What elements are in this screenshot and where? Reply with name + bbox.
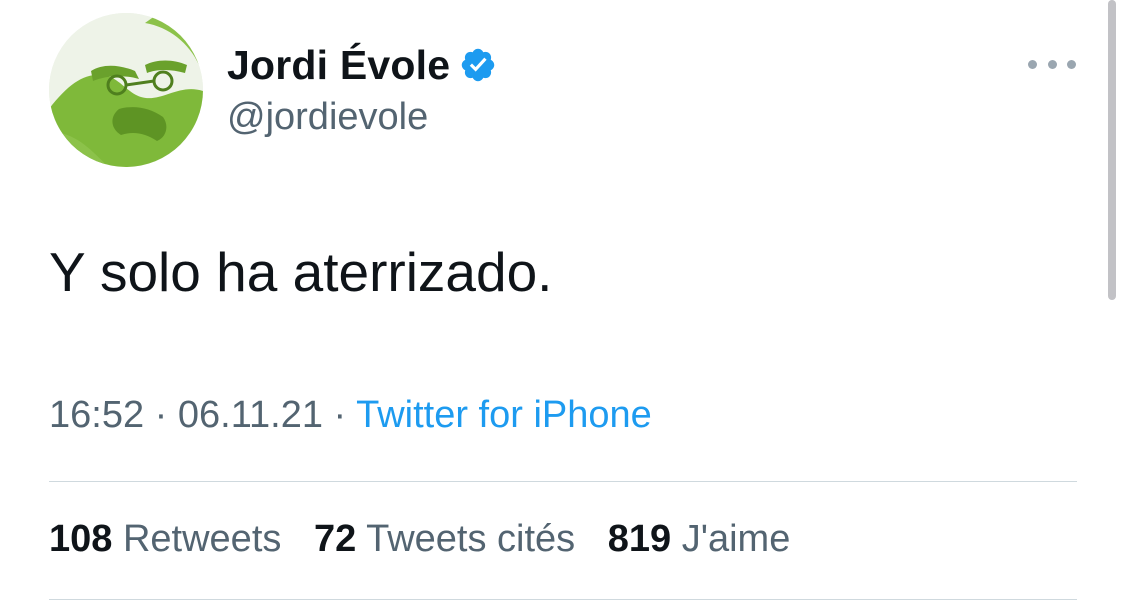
more-options-icon[interactable] (1028, 52, 1076, 76)
author-handle[interactable]: @jordievole (227, 96, 428, 139)
tweet-card: Jordi Évole @jordievole Y solo ha aterri… (0, 0, 1125, 603)
tweet-date[interactable]: 06.11.21 (178, 394, 323, 436)
quotes-label: Tweets cités (366, 518, 576, 560)
retweets-count: 108 (49, 518, 113, 560)
quotes-count: 72 (313, 518, 357, 560)
tweet-text: Y solo ha aterrizado. (49, 241, 553, 303)
quotes-stat[interactable]: 72 Tweets cités (314, 518, 586, 560)
author-display-name[interactable]: Jordi Évole (227, 42, 450, 89)
retweets-label: Retweets (122, 518, 282, 560)
more-dot (1028, 59, 1037, 69)
more-dot (1047, 59, 1057, 69)
meta-separator: · (154, 394, 168, 436)
more-dot (1067, 59, 1076, 69)
tweet-meta: 16:52 · 06.11.21 · Twitter for iPhone (49, 394, 652, 437)
likes-count: 819 (607, 518, 672, 560)
tweet-source-link[interactable]: Twitter for iPhone (356, 394, 652, 436)
likes-label: J'aime (681, 518, 791, 560)
avatar[interactable] (49, 13, 203, 167)
likes-stat[interactable]: 819 J'aime (608, 518, 791, 560)
tweet-time[interactable]: 16:52 (49, 394, 144, 436)
verified-badge-icon (459, 46, 497, 84)
retweets-stat[interactable]: 108 Retweets (49, 518, 292, 560)
scrollbar[interactable] (1108, 0, 1116, 300)
tweet-stats: 108 Retweets 72 Tweets cités 819 J'aime (49, 518, 812, 561)
avatar-portrait-icon (49, 13, 203, 167)
author-name-row: Jordi Évole (227, 40, 497, 90)
meta-separator: · (333, 394, 347, 436)
divider (49, 599, 1077, 600)
divider (49, 481, 1077, 482)
